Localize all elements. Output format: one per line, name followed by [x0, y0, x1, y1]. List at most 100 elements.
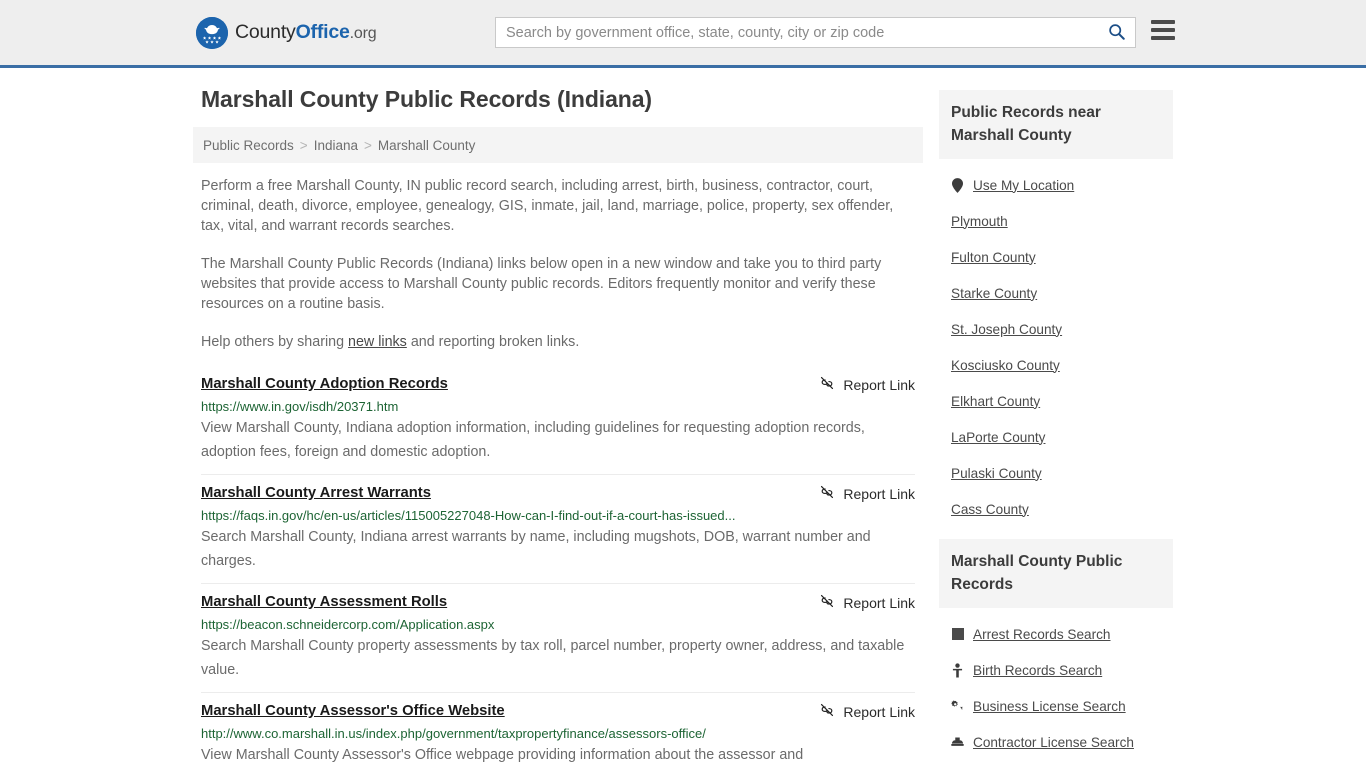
brand-part-org: .org — [349, 25, 377, 42]
eagle-seal-logo-icon — [196, 16, 228, 49]
sidebar-item-link[interactable]: Plymouth — [951, 214, 1008, 229]
breadcrumb-separator: > — [363, 137, 372, 153]
intro-text: Perform a free Marshall County, IN publi… — [193, 176, 923, 352]
record-entry-url[interactable]: https://beacon.schneidercorp.com/Applica… — [201, 616, 915, 633]
record-entry-title-link[interactable]: Marshall County Assessment Rolls — [201, 592, 447, 612]
report-link-label: Report Link — [843, 485, 915, 502]
breadcrumb-item-public-records[interactable]: Public Records — [203, 138, 294, 153]
search-button[interactable] — [1097, 18, 1135, 47]
record-entry: Marshall County Adoption Records Report L… — [201, 370, 915, 474]
help-text-after: and reporting broken links. — [406, 334, 580, 350]
sidebar-list-item: Cass County — [951, 491, 1161, 527]
sidebar-item-link[interactable]: Elkhart County — [951, 394, 1040, 409]
sidebar-item-link[interactable]: Starke County — [951, 286, 1037, 301]
record-entry-title-link[interactable]: Marshall County Assessor's Office Websit… — [201, 701, 505, 721]
hamburger-bar — [1151, 20, 1175, 24]
sidebar-list-item: Contractor License Search — [951, 724, 1161, 760]
sidebar-list-item: Pulaski County — [951, 455, 1161, 491]
record-entry-header: Marshall County Adoption Records Report L… — [201, 374, 915, 394]
record-entry-url[interactable]: https://www.in.gov/isdh/20371.htm — [201, 398, 915, 415]
sidebar-list-item: Plymouth — [951, 203, 1161, 239]
breadcrumb-item-marshall-county[interactable]: Marshall County — [378, 138, 476, 153]
page-body: Marshall County Public Records (Indiana)… — [0, 68, 1366, 768]
record-entry-title-link[interactable]: Marshall County Adoption Records — [201, 374, 448, 394]
report-link-label: Report Link — [843, 376, 915, 393]
report-link-button[interactable]: Report Link — [819, 484, 915, 503]
sidebar-list-item: Arrest Records Search — [951, 616, 1161, 652]
sidebar-item-link[interactable]: Pulaski County — [951, 466, 1042, 481]
site-header: CountyOffice.org — [0, 0, 1366, 68]
gears-icon — [951, 699, 964, 714]
nearby-records-heading: Public Records near Marshall County — [939, 90, 1173, 159]
record-entry-url[interactable]: http://www.co.marshall.in.us/index.php/g… — [201, 725, 915, 742]
map-pin-icon — [951, 177, 964, 193]
sidebar-item-link[interactable]: LaPorte County — [951, 430, 1045, 445]
record-entry-header: Marshall County Assessor's Office Websit… — [201, 701, 915, 721]
report-link-label: Report Link — [843, 703, 915, 720]
hard-hat-icon — [951, 735, 964, 750]
nearby-records-list: Use My Location Plymouth Fulton County Star… — [939, 159, 1173, 527]
sidebar-list-item: Elkhart County — [951, 383, 1161, 419]
hamburger-bar — [1151, 28, 1175, 32]
sidebar-list-item: Business License Search — [951, 688, 1161, 724]
new-links-link[interactable]: new links — [348, 334, 407, 350]
brand-part-county: County — [235, 21, 296, 43]
record-entry-description: Search Marshall County property assessme… — [201, 638, 905, 678]
intro-paragraph-2: The Marshall County Public Records (Indi… — [201, 256, 882, 312]
record-entry-header: Marshall County Arrest Warrants Report Li… — [201, 483, 915, 503]
sidebar-item-link[interactable]: Kosciusko County — [951, 358, 1060, 373]
record-entry: Marshall County Assessment Rolls Report L… — [201, 583, 915, 692]
help-text-before: Help others by sharing — [201, 334, 349, 350]
county-records-heading: Marshall County Public Records — [939, 539, 1173, 608]
breadcrumb: Public Records > Indiana > Marshall Coun… — [193, 127, 923, 163]
report-link-label: Report Link — [843, 594, 915, 611]
search-bar[interactable] — [495, 17, 1136, 48]
search-input[interactable] — [496, 18, 1097, 47]
sidebar-item-link[interactable]: Fulton County — [951, 250, 1036, 265]
sidebar-item-link[interactable]: Business License Search — [973, 699, 1126, 714]
baby-icon — [951, 662, 964, 678]
record-entry: Marshall County Assessor's Office Websit… — [201, 692, 915, 768]
sidebar-list-item: Use My Location — [951, 167, 1161, 203]
nearby-records-card: Public Records near Marshall County Use … — [939, 90, 1173, 527]
broken-link-icon — [819, 702, 835, 721]
broken-link-icon — [819, 375, 835, 394]
sidebar-list-item: Starke County — [951, 275, 1161, 311]
report-link-button[interactable]: Report Link — [819, 702, 915, 721]
record-entry-url[interactable]: https://faqs.in.gov/hc/en-us/articles/11… — [201, 507, 915, 524]
record-entry: Marshall County Arrest Warrants Report Li… — [201, 474, 915, 583]
intro-paragraph-1: Perform a free Marshall County, IN publi… — [201, 178, 894, 234]
breadcrumb-item-indiana[interactable]: Indiana — [314, 138, 358, 153]
brand-part-office: Office — [295, 21, 350, 43]
record-entry-description: View Marshall County Assessor's Office w… — [201, 747, 804, 763]
main-column: Marshall County Public Records (Indiana)… — [193, 68, 923, 768]
sidebar-item-link[interactable]: Contractor License Search — [973, 735, 1134, 750]
broken-link-icon — [819, 593, 835, 612]
breadcrumb-separator: > — [299, 137, 308, 153]
sidebar-item-link[interactable]: Use My Location — [973, 178, 1074, 193]
search-icon — [1108, 23, 1125, 43]
sidebar-list-item: Kosciusko County — [951, 347, 1161, 383]
sidebar-list-item: LaPorte County — [951, 419, 1161, 455]
sidebar: Public Records near Marshall County Use … — [939, 68, 1173, 768]
sidebar-item-link[interactable]: Cass County — [951, 502, 1029, 517]
report-link-button[interactable]: Report Link — [819, 375, 915, 394]
sidebar-item-link[interactable]: Arrest Records Search — [973, 627, 1111, 642]
hamburger-menu-icon[interactable] — [1151, 20, 1175, 40]
sidebar-item-link[interactable]: St. Joseph County — [951, 322, 1062, 337]
sidebar-list-item: Fulton County — [951, 239, 1161, 275]
site-logo[interactable]: CountyOffice.org — [196, 16, 377, 49]
record-entry-header: Marshall County Assessment Rolls Report L… — [201, 592, 915, 612]
record-entry-description: View Marshall County, Indiana adoption i… — [201, 420, 865, 460]
county-records-card: Marshall County Public Records Arrest Re… — [939, 539, 1173, 760]
sidebar-item-link[interactable]: Birth Records Search — [973, 663, 1102, 678]
report-link-button[interactable]: Report Link — [819, 593, 915, 612]
record-entry-description: Search Marshall County, Indiana arrest w… — [201, 529, 871, 569]
sidebar-list-item: Birth Records Search — [951, 652, 1161, 688]
broken-link-icon — [819, 484, 835, 503]
record-entry-title-link[interactable]: Marshall County Arrest Warrants — [201, 483, 431, 503]
county-records-list: Arrest Records Search Birth Records Searc… — [939, 608, 1173, 760]
sidebar-list-item: St. Joseph County — [951, 311, 1161, 347]
help-share-line: Help others by sharing new links and rep… — [201, 332, 915, 352]
brand-wordmark: CountyOffice.org — [235, 21, 377, 44]
